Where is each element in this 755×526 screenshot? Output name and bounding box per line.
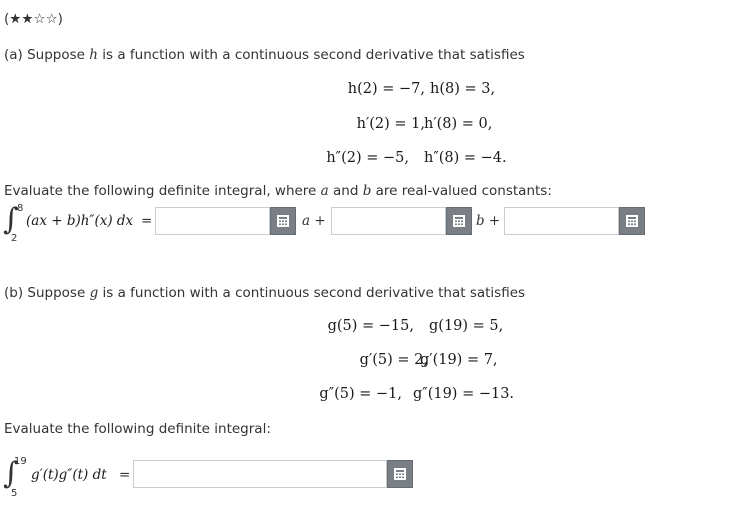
part-a-evaluate-var-a: a — [320, 183, 329, 199]
term-a-label: a + — [302, 213, 326, 229]
difficulty-rating: (★★☆☆) — [4, 11, 63, 27]
part-a-evaluate-suffix: are real-valued constants: — [371, 183, 552, 199]
part-b-cond-2-right: g′(19) = 7, — [420, 352, 498, 368]
part-a-intro-prefix: (a) Suppose — [4, 47, 90, 63]
answer-input-b-coefficient[interactable] — [331, 207, 446, 235]
answer-input-part-b[interactable] — [133, 460, 387, 488]
part-b-intro-prefix: (b) Suppose — [4, 285, 90, 301]
answer-input-constant[interactable] — [504, 207, 619, 235]
calculator-button[interactable] — [446, 207, 472, 235]
part-a-evaluate-mid: and — [328, 183, 363, 199]
part-b-intro-var: g — [89, 285, 99, 301]
integral-upper-bound: 19 — [14, 456, 27, 467]
part-a-cond-1-right: h(8) = 3, — [430, 81, 496, 97]
part-a-intro-suffix: is a function with a continuous second d… — [97, 47, 525, 63]
part-b-cond-2-left: g′(5) = 2, — [359, 352, 428, 368]
term-b-label: b + — [476, 213, 501, 229]
integral-lower-bound: 5 — [11, 488, 18, 499]
equals-sign: = — [141, 213, 153, 229]
part-b-cond-3-right: g″(19) = −13. — [413, 386, 515, 402]
integral-upper-bound: 8 — [17, 203, 24, 214]
part-b-intro: (b) Suppose g is a function with a conti… — [4, 285, 525, 301]
part-a-cond-1-left: h(2) = −7, — [347, 81, 425, 97]
calculator-button[interactable] — [619, 207, 645, 235]
part-a-cond-3-right: h″(8) = −4. — [424, 150, 507, 166]
calculator-icon — [626, 215, 638, 227]
part-b-evaluate-text: Evaluate the following definite integral… — [4, 421, 271, 437]
part-a-evaluate-text: Evaluate the following definite integral… — [4, 183, 552, 199]
part-a-intro-var: h — [89, 47, 98, 63]
part-b-cond-1-left: g(5) = −15, — [327, 318, 414, 334]
part-a-integrand: (ax + b)h″(x) dx — [26, 213, 134, 229]
equals-sign: = — [119, 467, 131, 483]
part-b-cond-1-right: g(19) = 5, — [429, 318, 504, 334]
part-a-cond-2-right: h′(8) = 0, — [424, 116, 493, 132]
calculator-button[interactable] — [270, 207, 296, 235]
integral-lower-bound: 2 — [11, 233, 18, 244]
calculator-icon — [394, 468, 406, 480]
part-b-cond-3-left: g″(5) = −1, — [319, 386, 402, 402]
part-a-cond-2-left: h′(2) = 1, — [356, 116, 425, 132]
calculator-icon — [277, 215, 289, 227]
part-a-evaluate-prefix: Evaluate the following definite integral… — [4, 183, 321, 199]
part-a-intro: (a) Suppose h is a function with a conti… — [4, 47, 525, 63]
calculator-button[interactable] — [387, 460, 413, 488]
part-a-cond-3-left: h″(2) = −5, — [326, 150, 409, 166]
answer-input-a-coefficient[interactable] — [155, 207, 270, 235]
part-b-intro-suffix: is a function with a continuous second d… — [98, 285, 526, 301]
part-b-integrand: g′(t)g″(t) dt — [31, 467, 107, 483]
calculator-icon — [453, 215, 465, 227]
